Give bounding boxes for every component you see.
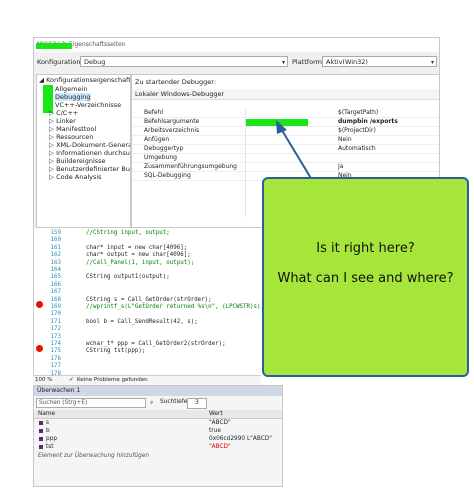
- callout-line-2: What can I see and where?: [277, 271, 454, 286]
- question-callout: Is it right here? What can I see and whe…: [262, 177, 469, 377]
- callout-line-1: Is it right here?: [316, 241, 415, 256]
